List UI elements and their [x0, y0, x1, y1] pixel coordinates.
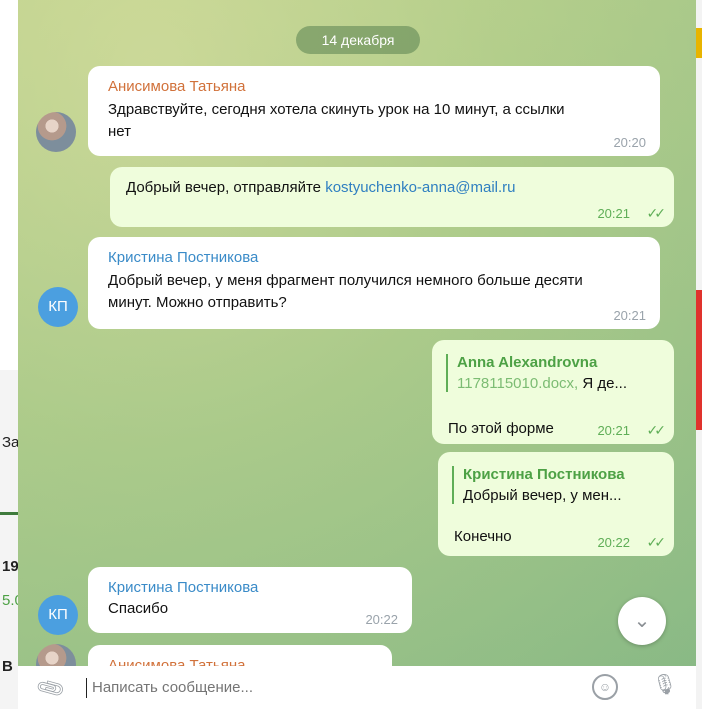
reply-preview: Добрый вечер, у мен... — [463, 487, 622, 504]
chat-history[interactable]: 14 декабря Анисимова Татьяна Здравствуйт… — [18, 0, 696, 666]
message-composer: 📎︎ ☺ 🎙︎ — [18, 666, 696, 709]
sender-name[interactable]: Кристина Постникова — [108, 249, 640, 266]
avatar[interactable]: КП — [38, 287, 78, 327]
avatar[interactable] — [36, 644, 76, 666]
sender-name[interactable]: Анисимова Татьяна — [108, 657, 372, 666]
sender-name[interactable]: Анисимова Татьяна — [108, 78, 640, 95]
message-time: 20:21 — [597, 206, 630, 221]
message-bubble[interactable]: Кристина Постникова Спасибо 20:22 — [88, 567, 412, 633]
microphone-icon[interactable]: 🎙︎ — [652, 672, 677, 697]
message-time: 20:20 — [613, 135, 646, 150]
background-text-fragment: В — [2, 658, 13, 675]
emoji-icon[interactable]: ☺ — [592, 674, 618, 700]
scroll-down-button[interactable]: ⌄ — [618, 597, 666, 645]
message-time: 20:21 — [613, 308, 646, 323]
avatar[interactable] — [36, 112, 76, 152]
message-bubble[interactable]: Добрый вечер, отправляйте kostyuchenko-a… — [110, 167, 674, 227]
email-link[interactable]: kostyuchenko-anna@mail.ru — [325, 179, 515, 196]
background-text-fragment: За — [2, 434, 20, 451]
message-text: По этой форме — [448, 420, 554, 437]
reply-preview: Я де... — [582, 375, 627, 392]
right-window-edge — [696, 0, 702, 709]
double-check-icon: ✓✓ — [646, 534, 667, 550]
reply-author: Кристина Постникова — [463, 466, 625, 483]
message-time: 20:22 — [597, 535, 630, 550]
message-bubble[interactable]: Кристина Постникова Добрый вечер, у меня… — [88, 237, 660, 329]
reply-file: 1178115010.docx, — [457, 375, 579, 392]
chevron-down-icon: ⌄ — [633, 610, 651, 632]
message-bubble[interactable]: Anna Alexandrovna 1178115010.docx, Я де.… — [432, 340, 674, 444]
paperclip-icon[interactable]: 📎︎ — [33, 671, 67, 705]
message-time: 20:22 — [365, 612, 398, 627]
message-time: 20:21 — [597, 423, 630, 438]
message-bubble[interactable]: Кристина Постникова Добрый вечер, у мен.… — [438, 452, 674, 556]
double-check-icon: ✓✓ — [646, 422, 667, 438]
message-bubble[interactable]: Анисимова Татьяна — [88, 645, 392, 666]
double-check-icon: ✓✓ — [646, 205, 667, 221]
background-text-fragment: 19 — [2, 558, 19, 575]
message-text: Конечно — [454, 528, 512, 545]
message-text: Спасибо — [108, 600, 169, 617]
reply-quote[interactable]: Anna Alexandrovna 1178115010.docx, Я де.… — [446, 354, 662, 392]
message-text: Добрый вечер, у меня фрагмент получился … — [108, 272, 583, 311]
date-separator: 14 декабря — [296, 26, 420, 54]
avatar[interactable]: КП — [38, 595, 78, 635]
reply-author: Anna Alexandrovna — [457, 354, 598, 371]
message-text: Здравствуйте, сегодня хотела скинуть уро… — [108, 101, 565, 140]
message-text: Добрый вечер, отправляйте — [126, 179, 322, 196]
text-cursor — [86, 678, 87, 698]
sender-name[interactable]: Кристина Постникова — [108, 579, 392, 596]
message-bubble[interactable]: Анисимова Татьяна Здравствуйте, сегодня … — [88, 66, 660, 156]
reply-quote[interactable]: Кристина Постникова Добрый вечер, у мен.… — [452, 466, 662, 504]
message-input[interactable] — [90, 678, 534, 697]
